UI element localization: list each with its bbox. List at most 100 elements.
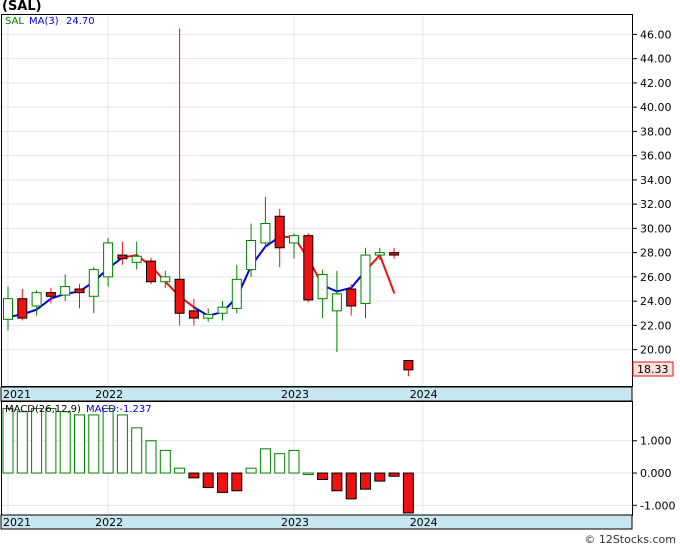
candle-body [160, 276, 171, 283]
candle [289, 233, 299, 259]
date-label: 2024 [410, 516, 438, 529]
candle [117, 241, 128, 265]
candle-body [231, 278, 242, 309]
macd-bar [2, 407, 14, 474]
candle-body [60, 286, 71, 296]
price-y-tick-label: 28.00 [640, 247, 672, 260]
macd-y-tick-label: -1.000 [640, 499, 675, 512]
candle [303, 233, 314, 303]
candle [17, 289, 28, 321]
candle-body [45, 292, 56, 297]
macd-bar [145, 440, 157, 474]
candle-body [303, 235, 314, 301]
macd-bar [174, 467, 186, 474]
price-y-tick-label: 38.00 [640, 125, 672, 138]
candle-body [289, 235, 299, 244]
macd-bar [188, 472, 200, 479]
candle-body [260, 223, 271, 244]
price-legend: SAL MA(3) 24.70 [5, 16, 95, 27]
candle [103, 238, 114, 287]
price-panel-frame [1, 14, 633, 387]
candle-body [31, 292, 42, 307]
price-y-tick-label: 44.00 [640, 53, 672, 66]
price-y-tick-label: 36.00 [640, 150, 672, 163]
candle-body [3, 298, 13, 320]
candle-body [88, 269, 99, 297]
price-grid [2, 15, 632, 386]
candle [146, 257, 156, 285]
candle [174, 28, 185, 326]
candle-body [389, 252, 400, 256]
candle-body [74, 288, 85, 294]
macd-y-tick-label: 0.000 [640, 467, 672, 480]
macd-histogram [2, 407, 414, 514]
candle [346, 284, 357, 316]
macd-y-axis: -1.000 0.000 1.000 [632, 435, 675, 512]
candle-body [217, 306, 228, 314]
macd-bar [45, 407, 57, 474]
candle-body [174, 278, 185, 314]
footer-copyright: © 12Stocks.com [584, 533, 676, 546]
candle-body [403, 360, 414, 371]
price-y-tick-label: 24.00 [640, 295, 672, 308]
macd-bar [159, 449, 171, 474]
macd-bar [74, 414, 85, 474]
price-y-tick-label: 34.00 [640, 174, 672, 187]
candle-body [146, 260, 156, 283]
macd-bar [374, 472, 386, 482]
candle-body [274, 215, 285, 249]
candle [389, 247, 400, 259]
date-label: 2023 [281, 516, 309, 529]
stock-chart: 20.00 22.00 24.00 26.00 28.00 30.00 32.00 34.00… [0, 14, 675, 530]
candle [217, 301, 228, 321]
price-y-axis: 20.00 22.00 24.00 26.00 28.00 30.00 32.00 34.00… [632, 28, 672, 357]
macd-bar [288, 449, 300, 474]
macd-legend-label: MACD(26,12,9) [5, 404, 81, 415]
candle [88, 267, 99, 314]
macd-bar [388, 472, 400, 477]
candle [60, 274, 71, 302]
candle-body [203, 313, 214, 319]
candle [74, 284, 85, 309]
date-label: 2023 [281, 388, 309, 401]
macd-bar [274, 453, 286, 474]
legend-symbol: SAL [5, 16, 24, 27]
date-label: 2024 [410, 388, 438, 401]
macd-bar [217, 472, 228, 493]
macd-bar [317, 472, 329, 480]
macd-bar [131, 427, 143, 474]
candle-body [246, 240, 257, 271]
macd-bar [302, 472, 314, 476]
macd-bar [345, 472, 357, 500]
macd-bar [116, 414, 128, 474]
macd-legend-value: MACD:-1.237 [86, 404, 152, 415]
macd-legend: MACD(26,12,9) MACD:-1.237 [5, 404, 152, 415]
candle [360, 247, 371, 319]
legend-ma-label: MA(3) [29, 16, 59, 27]
candle-body [117, 254, 128, 260]
date-label: 2021 [3, 388, 31, 401]
macd-bar [331, 472, 343, 492]
macd-bar [402, 472, 414, 514]
macd-bar [259, 448, 271, 474]
price-y-tick-label: 22.00 [640, 319, 672, 332]
candlestick-series [3, 28, 414, 377]
candle [246, 223, 257, 277]
last-price-label: 18.33 [637, 363, 669, 376]
price-y-tick-label: 26.00 [640, 271, 672, 284]
candle [188, 298, 199, 326]
candle-body [103, 242, 114, 278]
macd-bar [202, 472, 214, 489]
candle-body [331, 293, 342, 312]
candle [331, 270, 342, 353]
price-y-tick-label: 30.00 [640, 222, 672, 235]
macd-bar [102, 407, 114, 474]
legend-ma-value: 24.70 [66, 16, 95, 27]
price-y-tick-label: 20.00 [640, 344, 672, 357]
macd-bar [16, 411, 28, 474]
macd-bar [59, 411, 71, 474]
macd-bar [231, 472, 243, 492]
candle-body [317, 273, 328, 300]
candle-body [360, 254, 371, 305]
candle-body [188, 310, 199, 319]
